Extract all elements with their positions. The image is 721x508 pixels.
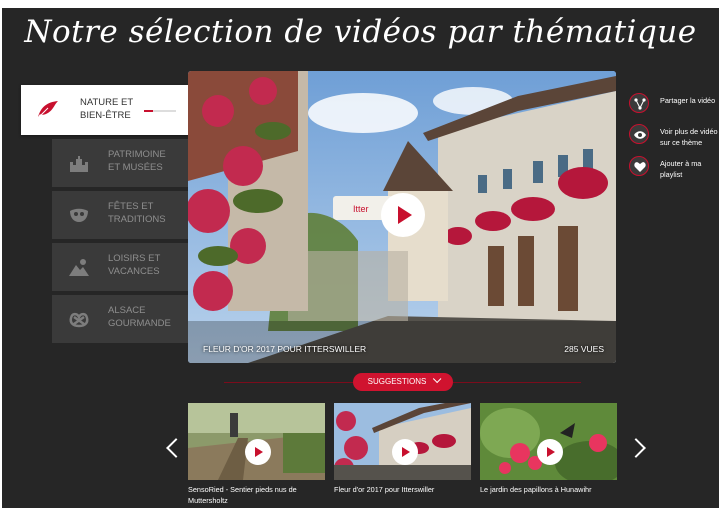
svg-text:Itter: Itter: [353, 204, 369, 214]
divider-line: [453, 382, 581, 383]
pretzel-icon: [68, 309, 90, 329]
play-button[interactable]: [245, 439, 271, 465]
castle-icon: [68, 153, 90, 173]
category-label: PATRIMOINE: [108, 149, 166, 160]
suggestion-card[interactable]: [188, 403, 325, 480]
suggestion-title[interactable]: SensoRied - Sentier pieds nus de: [188, 485, 297, 494]
view-count: 285 VUES: [564, 344, 604, 354]
play-button[interactable]: [392, 439, 418, 465]
action-label: Voir plus de vidéo: [660, 127, 718, 136]
category-label: FÊTES ET: [108, 201, 154, 212]
action-label: Partager la vidéo: [660, 96, 716, 105]
mountain-sun-icon: [68, 257, 90, 277]
main-video-player[interactable]: Itter FLEUR D'OR 2017 POUR ITTERSWILLER …: [188, 71, 616, 363]
category-nature[interactable]: NATURE ET BIEN-ÊTRE: [21, 85, 189, 135]
page: Notre sélection de vidéos par thématique…: [0, 0, 721, 508]
action-label: playlist: [660, 170, 683, 179]
leaf-icon: [37, 99, 59, 119]
suggestion-title[interactable]: Le jardin des papillons à Hunawihr: [480, 485, 592, 494]
chevron-right-icon[interactable]: [626, 438, 646, 458]
suggestion-card[interactable]: [334, 403, 471, 480]
play-button[interactable]: [537, 439, 563, 465]
suggestions-toggle[interactable]: SUGGESTIONS: [353, 373, 453, 391]
play-button[interactable]: [381, 193, 425, 237]
mask-icon: [68, 205, 90, 225]
video-selection-panel: Notre sélection de vidéos par thématique…: [2, 8, 719, 508]
video-caption: FLEUR D'OR 2017 POUR ITTERSWILLER: [203, 344, 367, 354]
action-label: sur ce thème: [660, 138, 703, 147]
suggestion-title[interactable]: Fleur d'or 2017 pour Itterswiller: [334, 485, 434, 494]
category-loisirs[interactable]: LOISIRS ET VACANCES: [52, 243, 188, 291]
divider-line: [224, 382, 353, 383]
category-label: GOURMANDE: [108, 318, 171, 329]
active-indicator: [144, 110, 176, 112]
heart-icon: [634, 162, 646, 172]
action-label: Ajouter à ma: [660, 159, 702, 168]
suggestion-title[interactable]: Muttersholtz: [188, 496, 228, 505]
eye-icon: [634, 131, 646, 139]
share-icon: [634, 98, 646, 110]
category-label: BIEN-ÊTRE: [80, 110, 131, 121]
chevron-down-icon: [433, 374, 442, 384]
chevron-left-icon[interactable]: [166, 438, 186, 458]
suggestion-card[interactable]: [480, 403, 617, 480]
category-patrimoine[interactable]: PATRIMOINE ET MUSÉES: [52, 139, 188, 187]
category-label: NATURE ET: [80, 97, 134, 108]
category-label: VACANCES: [108, 266, 160, 277]
suggestions-label: SUGGESTIONS: [367, 377, 427, 386]
category-gourmande[interactable]: ALSACE GOURMANDE: [52, 295, 188, 343]
page-title: Notre sélection de vidéos par thématique: [24, 14, 697, 50]
category-label: TRADITIONS: [108, 214, 166, 225]
category-label: ALSACE: [108, 305, 146, 316]
category-label: ET MUSÉES: [108, 162, 163, 173]
category-label: LOISIRS ET: [108, 253, 161, 264]
category-fetes[interactable]: FÊTES ET TRADITIONS: [52, 191, 188, 239]
